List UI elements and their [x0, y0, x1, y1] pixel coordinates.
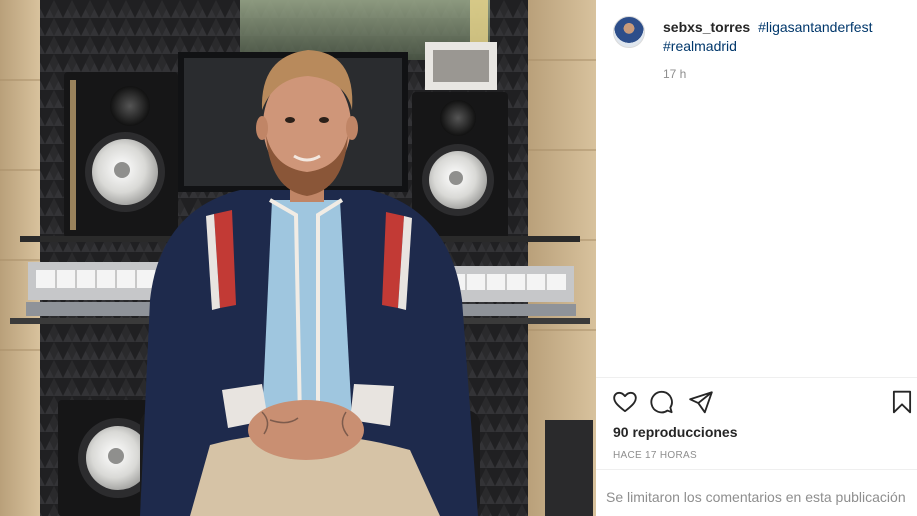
divider — [596, 469, 917, 470]
post-date: HACE 17 HORAS — [613, 450, 697, 461]
post-caption: sebxs_torres #ligasantanderfest #realmad… — [663, 18, 908, 56]
username-link[interactable]: sebxs_torres — [663, 19, 750, 35]
heart-outline-icon[interactable] — [612, 389, 638, 415]
paper-plane-icon[interactable] — [688, 389, 714, 415]
hashtag-link[interactable]: #ligasantanderfest — [758, 19, 872, 35]
speech-bubble-icon[interactable] — [648, 389, 674, 415]
caption-timestamp: 17 h — [663, 67, 687, 81]
divider — [596, 377, 917, 378]
view-count[interactable]: 90 reproducciones — [613, 424, 738, 440]
post-video[interactable] — [0, 0, 596, 516]
comments-disabled-notice: Se limitaron los comentarios en esta pub… — [606, 489, 906, 505]
hashtag-link[interactable]: #realmadrid — [663, 38, 737, 54]
bookmark-icon[interactable] — [889, 389, 915, 415]
video-frame — [0, 0, 596, 516]
post-sidebar: sebxs_torres #ligasantanderfest #realmad… — [596, 0, 917, 516]
action-bar — [612, 389, 917, 415]
avatar[interactable] — [613, 16, 645, 48]
